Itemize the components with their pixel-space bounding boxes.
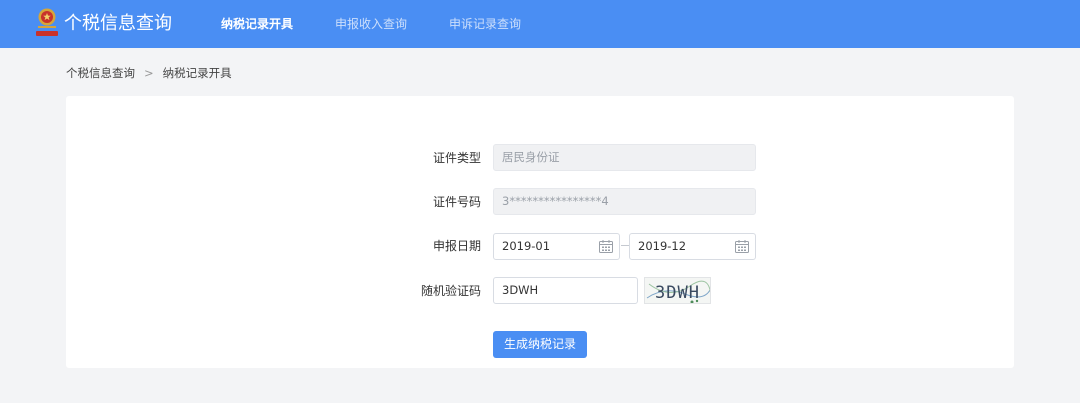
- nav-tab-income-query[interactable]: 申报收入查询: [335, 16, 407, 32]
- id-type-field: 居民身份证: [493, 144, 756, 171]
- breadcrumb: 个税信息查询 > 纳税记录开具: [66, 65, 232, 81]
- start-date-value: 2019-01: [502, 239, 551, 253]
- end-date-picker[interactable]: 2019-12: [629, 233, 756, 260]
- nav-tab-tax-record[interactable]: 纳税记录开具: [221, 16, 293, 32]
- breadcrumb-separator: >: [144, 66, 154, 80]
- tax-emblem-icon: [36, 8, 58, 36]
- declare-date-label: 申报日期: [432, 239, 481, 253]
- app-title: 个税信息查询: [64, 13, 172, 34]
- breadcrumb-item-current: 纳税记录开具: [162, 66, 232, 80]
- captcha-image[interactable]: 3DWH: [644, 277, 711, 304]
- breadcrumb-item-tax-info[interactable]: 个税信息查询: [66, 66, 135, 80]
- top-navigation-bar: 个税信息查询 纳税记录开具 申报收入查询 申诉记录查询: [0, 0, 1080, 48]
- end-date-value: 2019-12: [638, 239, 687, 253]
- start-date-picker[interactable]: 2019-01: [493, 233, 620, 260]
- date-range-separator: [621, 245, 629, 246]
- form-panel: [66, 96, 1014, 368]
- id-type-label: 证件类型: [432, 151, 481, 165]
- nav-tab-appeal-query[interactable]: 申诉记录查询: [449, 16, 521, 32]
- generate-tax-record-button[interactable]: 生成纳税记录: [493, 331, 587, 358]
- captcha-input[interactable]: 3DWH: [493, 277, 638, 304]
- calendar-icon[interactable]: [735, 240, 749, 253]
- captcha-text: 3DWH: [655, 283, 700, 303]
- captcha-label: 随机验证码: [420, 284, 481, 298]
- id-number-field: 3****************4: [493, 188, 756, 215]
- id-number-label: 证件号码: [432, 195, 481, 209]
- calendar-icon[interactable]: [599, 240, 613, 253]
- captcha-noise: 3DWH: [646, 280, 710, 303]
